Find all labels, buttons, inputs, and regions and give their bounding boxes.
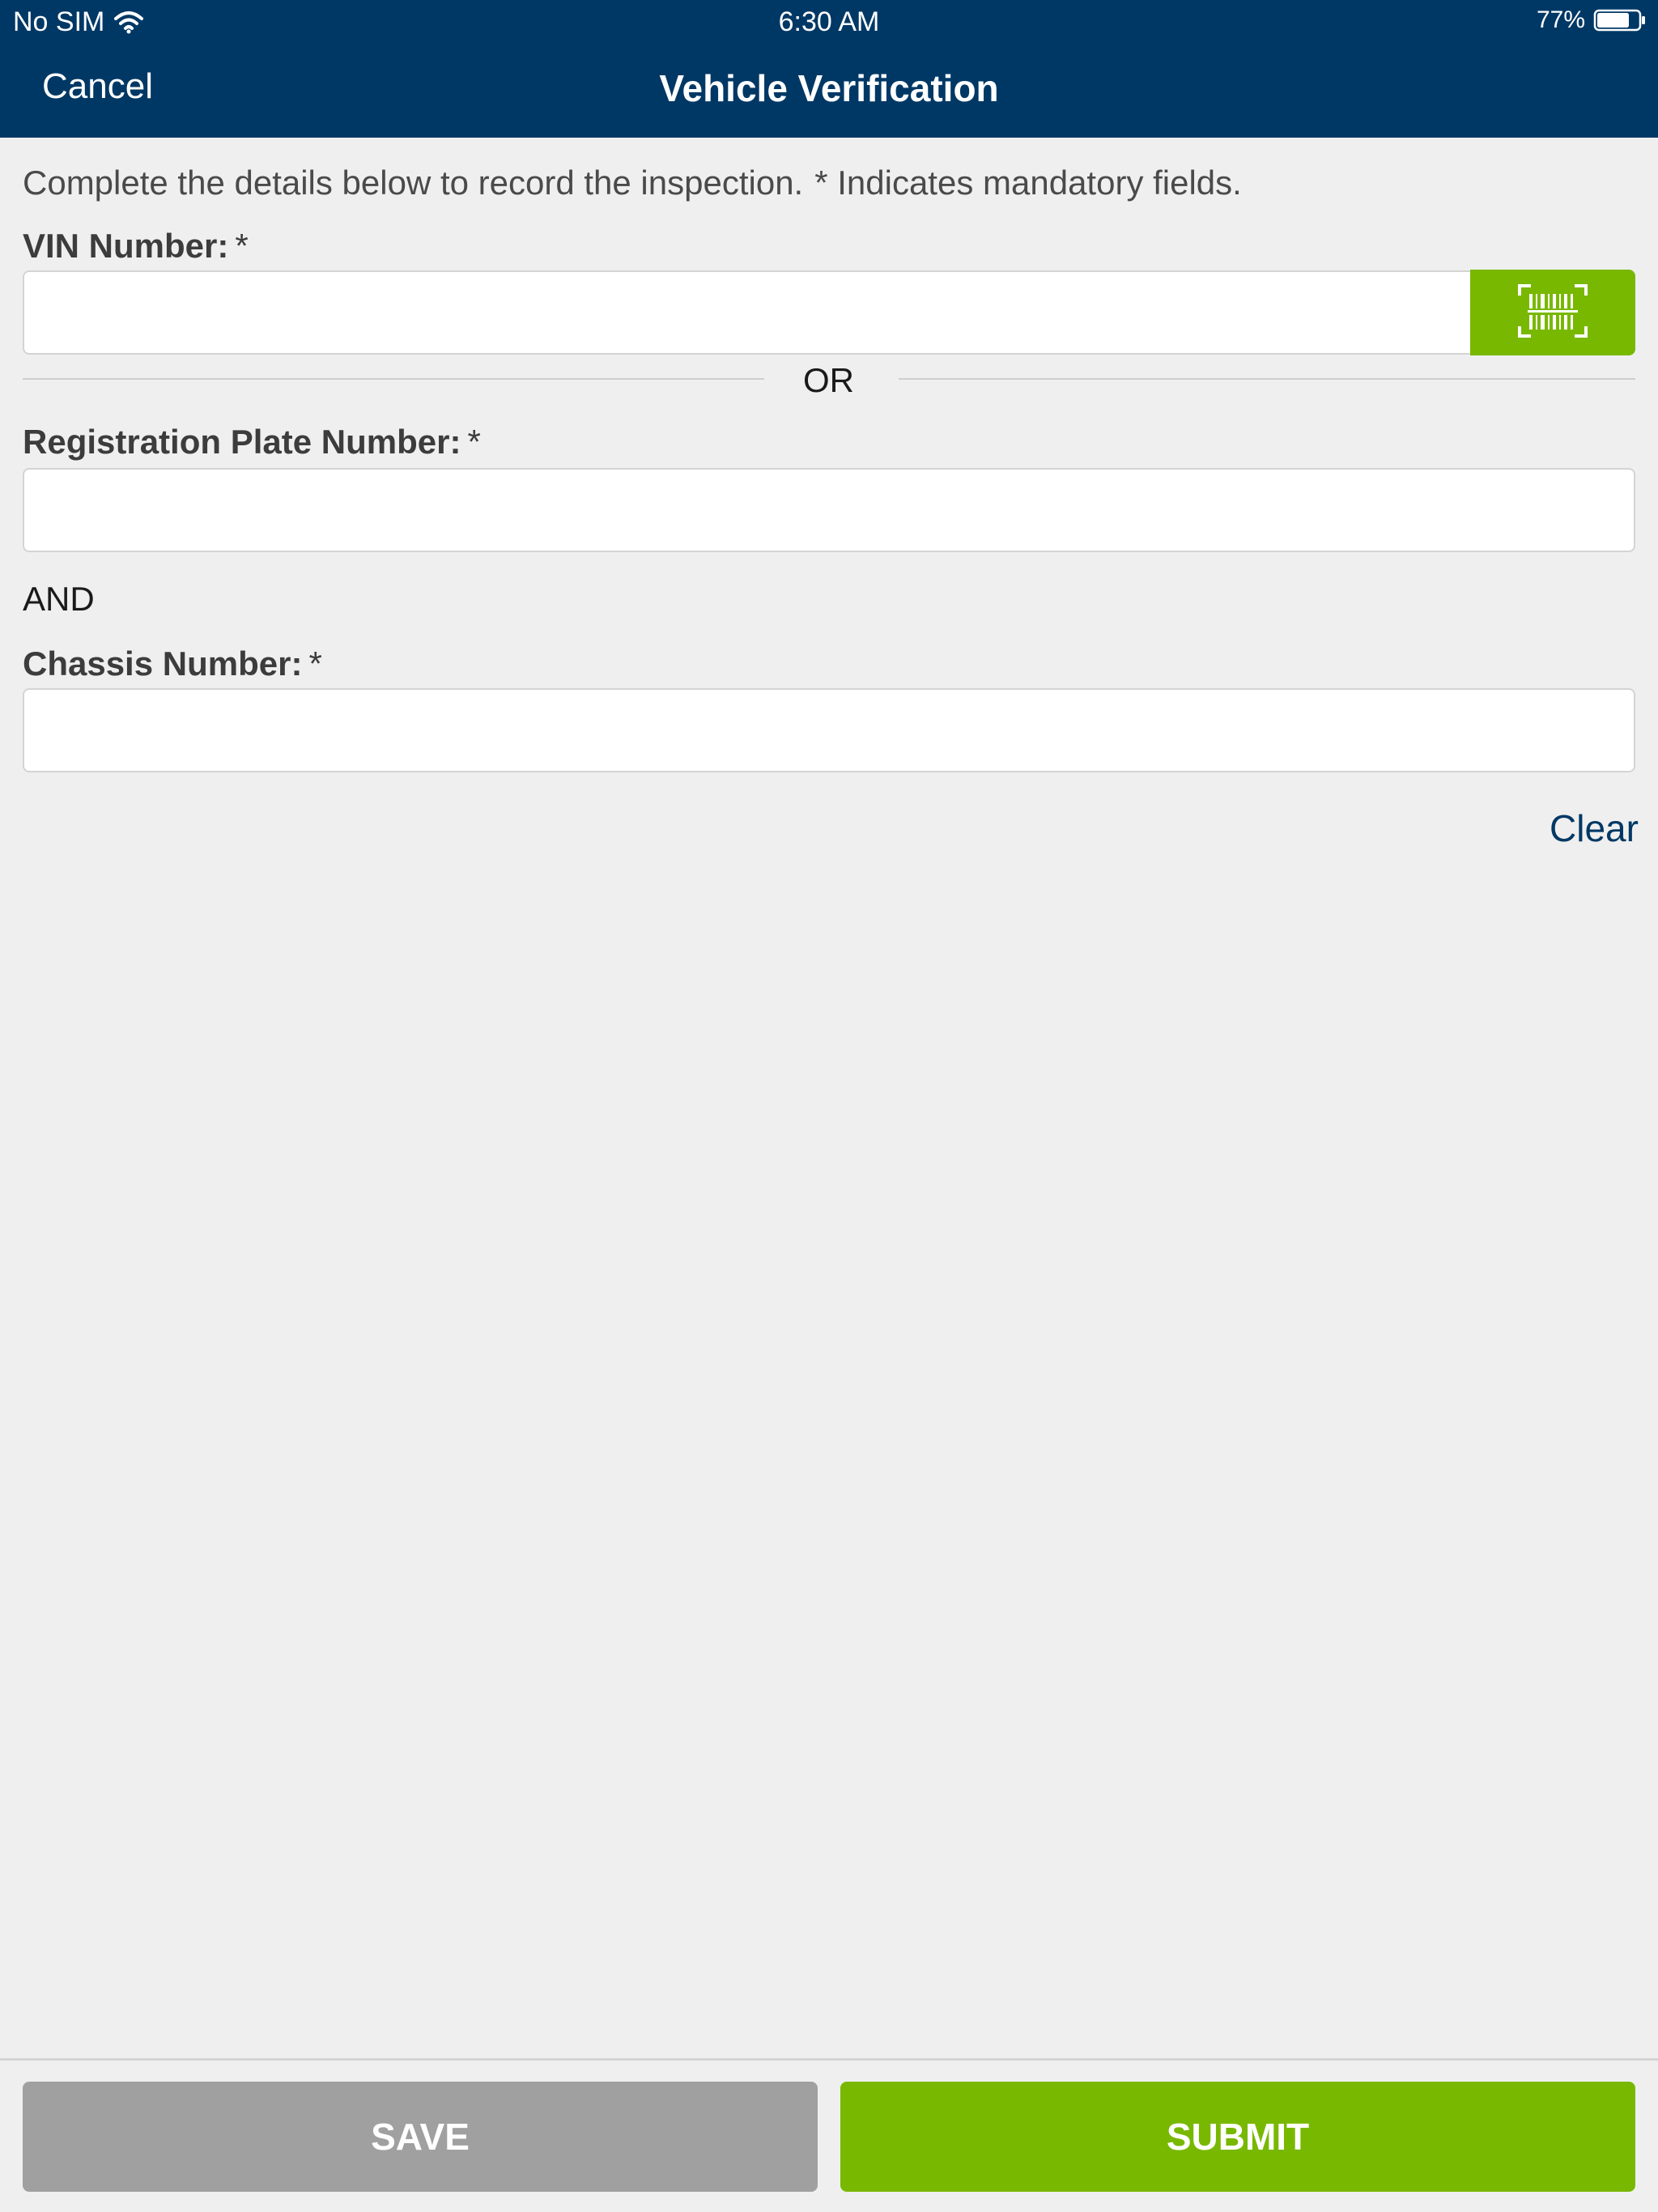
chassis-input[interactable]: [24, 690, 1634, 771]
mandatory-note: * Indicates mandatory fields.: [814, 164, 1242, 202]
and-label: AND: [23, 580, 95, 618]
vin-required-mark: *: [235, 227, 249, 265]
chassis-label: Chassis Number: *: [23, 644, 322, 683]
registration-label-text: Registration Plate Number:: [23, 423, 461, 461]
divider-right: [899, 378, 1635, 380]
barcode-scan-button[interactable]: [1470, 270, 1635, 355]
battery-icon: [1593, 8, 1647, 32]
registration-required-mark: *: [467, 423, 481, 461]
chassis-input-box: [23, 688, 1635, 772]
page-title: Vehicle Verification: [659, 67, 999, 109]
submit-button[interactable]: SUBMIT: [840, 2082, 1635, 2192]
or-label: OR: [803, 361, 854, 399]
battery-percent: 77%: [1536, 6, 1585, 33]
bottom-action-bar: SAVE SUBMIT: [0, 2058, 1658, 2212]
registration-label: Registration Plate Number: *: [23, 423, 481, 462]
chassis-label-text: Chassis Number:: [23, 644, 303, 683]
vin-input-box: [23, 270, 1472, 355]
registration-input[interactable]: [24, 470, 1634, 551]
vin-label-text: VIN Number:: [23, 227, 229, 265]
cancel-button[interactable]: Cancel: [42, 66, 153, 107]
divider-left: [23, 378, 764, 380]
status-right: 77%: [1537, 6, 1647, 34]
status-time: 6:30 AM: [778, 6, 880, 37]
intro-instructions: Complete the details below to record the…: [23, 164, 804, 202]
intro-text: Complete the details below to record the…: [23, 164, 1242, 202]
barcode-scan-icon: [1516, 283, 1589, 343]
vin-input[interactable]: [24, 272, 1470, 353]
navigation-bar: No SIM 6:30 AM 77% Cancel Vehicle Verifi…: [0, 0, 1658, 138]
chassis-required-mark: *: [308, 644, 322, 683]
registration-input-box: [23, 468, 1635, 552]
clear-button[interactable]: Clear: [1550, 806, 1639, 850]
save-button[interactable]: SAVE: [23, 2082, 818, 2192]
vin-label: VIN Number: *: [23, 227, 249, 266]
